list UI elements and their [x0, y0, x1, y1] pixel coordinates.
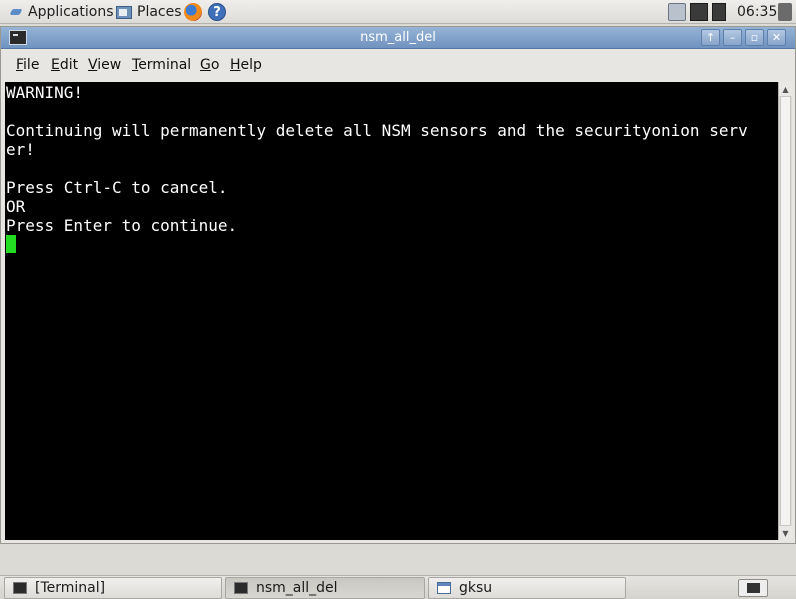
scrollbar-track[interactable] — [780, 96, 791, 526]
terminal-cursor — [6, 235, 16, 253]
terminal-icon — [13, 582, 27, 594]
terminal-line: Press Ctrl-C to cancel. — [6, 178, 228, 197]
places-menu[interactable]: Places — [115, 0, 182, 24]
taskbar-label: [Terminal] — [35, 580, 106, 596]
menu-terminal-label: erminal — [138, 57, 192, 73]
show-desktop-button[interactable] — [738, 579, 768, 597]
taskbar-button-gksu[interactable]: gksu — [428, 577, 626, 599]
power-icon[interactable] — [778, 3, 792, 21]
terminal-icon — [234, 582, 248, 594]
menu-help-label: elp — [240, 57, 262, 73]
minimize-icon: – — [729, 31, 736, 44]
taskbar-button-nsm-all-del[interactable]: nsm_all_del — [225, 577, 425, 599]
terminal-output[interactable]: WARNING! Continuing will permanently del… — [5, 82, 778, 540]
window-icon — [437, 582, 451, 594]
window-title: nsm_all_del — [360, 30, 436, 45]
shade-button[interactable]: ↑ — [701, 29, 720, 46]
menu-edit-label: dit — [59, 57, 79, 73]
applications-menu[interactable]: Applications — [10, 0, 114, 24]
terminal-line: WARNING! — [6, 83, 84, 102]
terminal-line: OR — [6, 197, 26, 216]
taskbar-label: gksu — [459, 580, 493, 596]
display-icon[interactable] — [690, 3, 708, 21]
menu-help[interactable]: Help — [230, 56, 262, 74]
applications-icon — [10, 6, 22, 18]
scroll-up-icon[interactable]: ▲ — [779, 82, 792, 96]
firefox-icon — [184, 3, 202, 21]
terminal-line: Press Enter to continue. — [6, 216, 238, 235]
menu-file[interactable]: File — [16, 56, 39, 74]
minimize-button[interactable]: – — [723, 29, 742, 46]
help-launcher[interactable]: ? — [208, 0, 226, 24]
places-icon — [115, 3, 133, 21]
menu-view[interactable]: View — [88, 56, 121, 74]
terminal-scrollbar[interactable]: ▲ ▼ — [778, 82, 792, 540]
maximize-button[interactable]: ▫ — [745, 29, 764, 46]
menu-view-label: iew — [97, 57, 122, 73]
menu-edit[interactable]: Edit — [51, 56, 78, 74]
monitor-icon[interactable] — [712, 3, 726, 21]
scroll-down-icon[interactable]: ▼ — [779, 526, 792, 540]
clock[interactable]: 06:35 — [737, 0, 777, 24]
network-icon[interactable] — [668, 3, 686, 21]
menubar: File Edit View Terminal Go Help — [1, 49, 795, 79]
applications-label: Applications — [28, 4, 114, 20]
close-button[interactable]: ✕ — [767, 29, 786, 46]
menu-file-label: ile — [23, 57, 40, 73]
taskbar-label: nsm_all_del — [256, 580, 338, 596]
terminal-line: Continuing will permanently delete all N… — [6, 121, 748, 140]
bottom-panel: [Terminal] nsm_all_del gksu — [0, 575, 796, 599]
window-titlebar[interactable]: nsm_all_del ↑ – ▫ ✕ — [1, 27, 795, 49]
menu-terminal[interactable]: Terminal — [132, 56, 191, 74]
places-label: Places — [137, 4, 182, 20]
up-arrow-icon: ↑ — [705, 31, 716, 44]
menu-go-label: o — [210, 57, 220, 73]
top-panel: Applications Places ? 06:35 — [0, 0, 796, 24]
terminal-line: er! — [6, 140, 35, 159]
close-icon: ✕ — [771, 31, 782, 44]
terminal-window: nsm_all_del ↑ – ▫ ✕ File Edit View Termi… — [0, 26, 796, 544]
menu-go[interactable]: Go — [200, 56, 219, 74]
maximize-icon: ▫ — [750, 31, 759, 44]
help-icon: ? — [208, 3, 226, 21]
firefox-launcher[interactable] — [184, 0, 202, 24]
taskbar-button-terminal[interactable]: [Terminal] — [4, 577, 222, 599]
